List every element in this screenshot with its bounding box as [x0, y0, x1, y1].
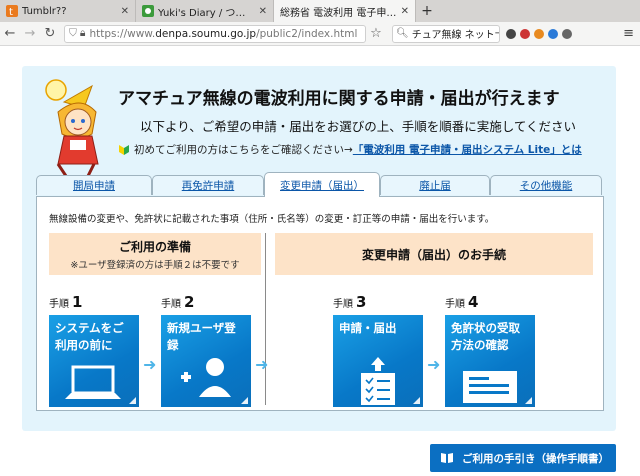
tab-panel: 無線設備の変更や、免許状に記載された事項（住所・氏名等）の変更・訂正等の申請・届… [36, 196, 604, 411]
change-procedure-header: 変更申請（届出）のお手続 [275, 233, 593, 275]
step-3-card[interactable]: 申請・届出 [333, 315, 423, 407]
extension-icons [506, 28, 572, 39]
search-go-icon[interactable]: → [495, 28, 499, 39]
tumblr-favicon-icon: t [6, 5, 18, 17]
extension-icon[interactable] [506, 28, 516, 39]
browser-nav-bar: ← → ↻ ⛉ 🔒︎ https://www. denpa.soumu.go.jp… [0, 22, 640, 46]
mascot-illustration [45, 79, 99, 176]
search-icon: 🔍︎ [396, 28, 409, 39]
browser-tab-soumu[interactable]: 総務省 電波利用 電子申請・ ✕ [274, 0, 416, 22]
book-icon [441, 453, 453, 463]
preparation-note: ※ユーザ登録済の方は手順２は不要です [70, 260, 240, 271]
preparation-header: ご利用の準備 ※ユーザ登録済の方は手順２は不要です [49, 233, 261, 275]
corner-arrow-icon [241, 397, 248, 404]
browser-tab-tumblr[interactable]: t Tumblr?? ✕ [0, 0, 136, 22]
license-document-icon [463, 371, 517, 403]
hamburger-menu-icon[interactable]: ≡ [623, 26, 634, 41]
extension-icon[interactable] [562, 28, 572, 39]
page-subtitle: 以下より、ご希望の申請・届出をお選びの上、手順を順番に実施してください [140, 119, 577, 134]
tab-label: Yuki's Diary / つれづれE [158, 7, 255, 19]
search-text: チュア無線 ネット [411, 30, 495, 41]
tab-label: Tumblr?? [22, 5, 67, 17]
close-tab-icon[interactable]: ✕ [401, 6, 409, 17]
new-tab-button[interactable]: + [416, 0, 438, 22]
preparation-title: ご利用の準備 [118, 240, 191, 254]
step-2-title: 新規ユーザ登録 [167, 321, 236, 352]
user-manual-label: ご利用の手引き（操作手順書） [462, 452, 609, 465]
section-divider [265, 233, 266, 405]
browser-tab-yuki[interactable]: Yuki's Diary / つれづれE ✕ [136, 0, 274, 22]
step-4-title: 免許状の受取方法の確認 [451, 321, 520, 352]
svg-text:t: t [9, 7, 13, 17]
bookmark-star-icon[interactable]: ☆ [366, 26, 386, 41]
step-1-label: 手順 1 [49, 293, 83, 311]
corner-arrow-icon [525, 397, 532, 404]
beginner-mark-icon [119, 144, 129, 155]
panel-intro: 無線設備の変更や、免許状に記載された事項（住所・氏名等）の変更・訂正等の申請・届… [49, 214, 495, 225]
step-3-label: 手順 3 [333, 293, 367, 311]
corner-arrow-icon [413, 397, 420, 404]
search-box[interactable]: 🔍︎ チュア無線 ネット → [392, 24, 500, 43]
step-arrow-icon: ➜ [143, 355, 157, 374]
shield-icon: ⛉ [69, 27, 77, 39]
step-4-label: 手順 4 [445, 293, 479, 311]
extension-icon[interactable] [548, 28, 558, 39]
add-user-icon [181, 358, 231, 397]
step-2-label: 手順 2 [161, 293, 195, 311]
procedure-tabs: 開局申請 再免許申請 変更申請（届出） 廃止届 その他機能 [30, 172, 604, 197]
checklist-upload-icon [361, 357, 395, 405]
forward-arrow-icon[interactable]: → [20, 26, 40, 41]
system-lite-link[interactable]: 「電波利用 電子申請・届出システム Lite」とは [353, 142, 582, 157]
diary-favicon-icon [142, 5, 154, 17]
corner-arrow-icon [129, 397, 136, 404]
close-tab-icon[interactable]: ✕ [259, 6, 267, 17]
tab-relicense[interactable]: 再免許申請 [152, 175, 264, 195]
reload-icon[interactable]: ↻ [40, 26, 60, 41]
back-arrow-icon[interactable]: ← [0, 26, 20, 41]
tab-new-station[interactable]: 開局申請 [36, 175, 152, 195]
step-1-card[interactable]: システムをご利用の前に [49, 315, 139, 407]
user-manual-button[interactable]: ご利用の手引き（操作手順書） [430, 444, 616, 472]
first-time-note: 初めてご利用の方はこちらをご確認ください→ 「電波利用 電子申請・届出システム … [118, 142, 582, 157]
step-2-card[interactable]: 新規ユーザ登録 [161, 315, 251, 407]
step-1-title: システムをご利用の前に [55, 321, 124, 352]
url-domain: denpa.soumu.go.jp [155, 27, 257, 40]
laptop-icon [65, 365, 121, 399]
tab-label: 総務省 電波利用 電子申請・ [280, 7, 397, 19]
extension-icon[interactable] [520, 28, 530, 39]
first-time-note-text: 初めてご利用の方はこちらをご確認ください→ [134, 144, 353, 156]
lock-icon: 🔒︎ [79, 27, 86, 39]
extension-icon[interactable] [534, 28, 544, 39]
tab-change-application[interactable]: 変更申請（届出） [264, 172, 380, 197]
step-4-card[interactable]: 免許状の受取方法の確認 [445, 315, 535, 407]
browser-tab-bar: t Tumblr?? ✕ Yuki's Diary / つれづれE ✕ 総務省 … [0, 0, 640, 22]
close-tab-icon[interactable]: ✕ [121, 6, 129, 17]
tab-abolition[interactable]: 廃止届 [380, 175, 490, 195]
url-prefix: https://www. [89, 27, 156, 40]
step-arrow-icon: ➜ [427, 355, 441, 374]
tab-other-functions[interactable]: その他機能 [490, 175, 602, 195]
url-path: /public2/index.html [256, 27, 358, 40]
page-title: アマチュア無線の電波利用に関する申請・届出が行えます [118, 89, 560, 109]
step-arrow-icon: ➜ [255, 355, 269, 374]
address-bar[interactable]: ⛉ 🔒︎ https://www. denpa.soumu.go.jp/publi… [64, 24, 366, 43]
step-3-title: 申請・届出 [339, 321, 397, 335]
